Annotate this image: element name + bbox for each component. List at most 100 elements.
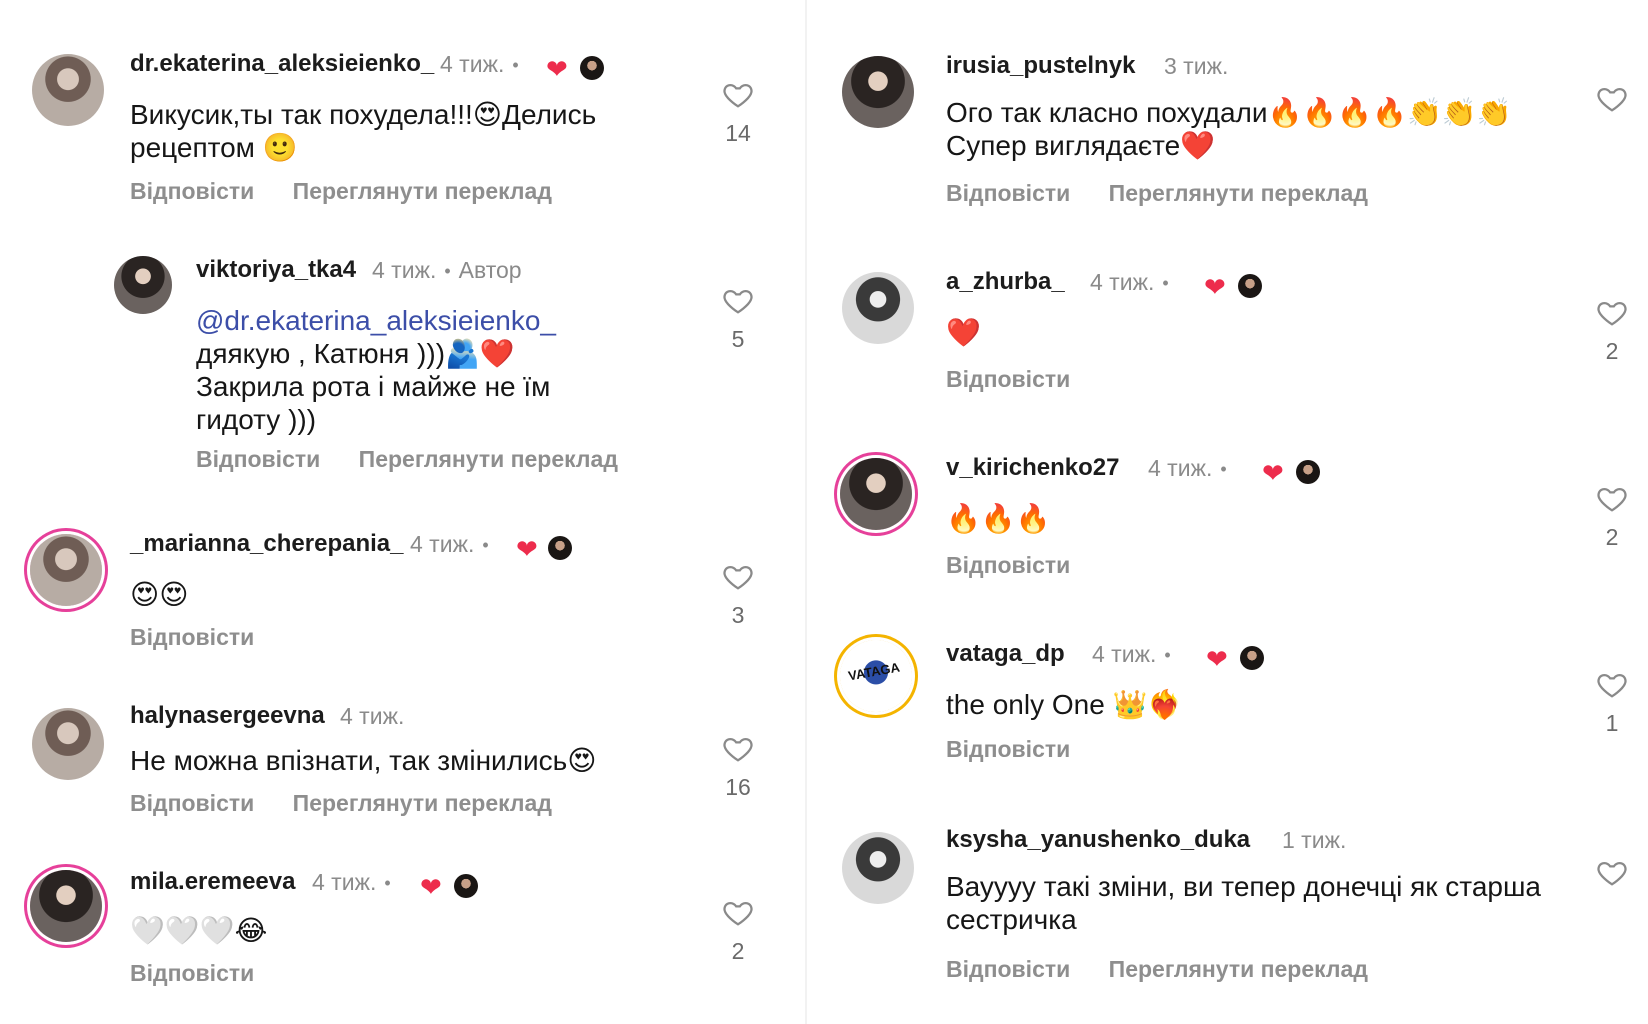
time-label: 4 тиж. — [372, 257, 437, 283]
like-button[interactable]: 1 — [1592, 668, 1632, 737]
comment-time: 1 тиж. — [1282, 827, 1347, 853]
comment-time: 4 тиж. • — [312, 869, 399, 896]
comment-text: Вауууу такі зміни, ви тепер донечці як с… — [946, 871, 1541, 935]
like-count: 3 — [731, 602, 745, 628]
comment-username[interactable]: viktoriya_tka4 — [196, 256, 356, 284]
red-heart-icon: ❤ — [546, 54, 568, 84]
heart-outline-icon — [1597, 87, 1627, 112]
like-button[interactable] — [1592, 856, 1632, 890]
avatar[interactable] — [842, 272, 914, 344]
like-button[interactable]: 14 — [718, 78, 758, 147]
red-heart-icon: ❤ — [1206, 644, 1228, 674]
like-count: 14 — [725, 120, 751, 146]
comment-text: 😍😍 — [130, 579, 189, 610]
time-label: 4 тиж. — [1090, 269, 1155, 295]
red-heart-icon: ❤ — [420, 872, 442, 902]
heart-outline-icon — [1597, 861, 1627, 886]
comment-actions: Відповісти Переглянути переклад — [946, 956, 1400, 983]
reply-button[interactable]: Відповісти — [130, 178, 254, 204]
red-heart-icon: ❤ — [1204, 272, 1226, 302]
like-button[interactable]: 2 — [1592, 482, 1632, 551]
reply-button[interactable]: Відповісти — [946, 552, 1070, 578]
like-button[interactable]: 5 — [718, 284, 758, 353]
red-heart-icon: ❤ — [1262, 458, 1284, 488]
avatar[interactable] — [840, 640, 912, 712]
heart-outline-icon — [723, 901, 753, 926]
reply-button[interactable]: Відповісти — [196, 446, 320, 472]
separator-dot: • — [384, 873, 391, 894]
comment-actions: Відповісти Переглянути переклад — [130, 790, 584, 817]
heart-outline-icon — [1597, 487, 1627, 512]
avatar[interactable] — [114, 256, 172, 314]
separator-dot: • — [482, 535, 489, 556]
creator-mini-avatar — [548, 536, 572, 560]
reply-button[interactable]: Відповісти — [130, 960, 254, 986]
like-count: 2 — [1605, 338, 1619, 364]
mention-link[interactable]: @dr.ekaterina_aleksieienko_ — [196, 305, 556, 336]
avatar[interactable] — [30, 534, 102, 606]
reply-button[interactable]: Відповісти — [946, 956, 1070, 982]
separator-dot: • — [444, 261, 451, 282]
see-translation-button[interactable]: Переглянути переклад — [1109, 956, 1368, 982]
reply-button[interactable]: Відповісти — [130, 790, 254, 816]
creator-mini-avatar — [1296, 460, 1320, 484]
comment-time: 4 тиж. • — [1090, 269, 1177, 296]
avatar[interactable] — [30, 870, 102, 942]
comment-actions: Відповісти — [946, 366, 1102, 393]
comment-time: 4 тиж. • — [440, 51, 527, 78]
creator-mini-avatar — [580, 56, 604, 80]
comment-username[interactable]: irusia_pustelnyk — [946, 52, 1135, 80]
comment-username[interactable]: a_zhurba_ — [946, 268, 1065, 296]
comment-text: ❤️ — [946, 317, 981, 348]
see-translation-button[interactable]: Переглянути переклад — [1109, 180, 1368, 206]
reply-button[interactable]: Відповісти — [946, 180, 1070, 206]
creator-mini-avatar — [1240, 646, 1264, 670]
author-badge: Автор — [458, 257, 522, 283]
comment-actions: Відповісти Переглянути переклад — [196, 446, 650, 473]
see-translation-button[interactable]: Переглянути переклад — [293, 178, 552, 204]
comment-username[interactable]: v_kirichenko27 — [946, 454, 1119, 482]
like-count: 2 — [1605, 524, 1619, 550]
avatar[interactable] — [842, 832, 914, 904]
comment-time: 4 тиж. • — [1092, 641, 1179, 668]
comment-text: 🤍🤍🤍😂 — [130, 915, 268, 946]
like-button[interactable]: 3 — [718, 560, 758, 629]
comment-text: Не можна впізнати, так змінились😍 — [130, 745, 597, 776]
like-button[interactable]: 16 — [718, 732, 758, 801]
avatar[interactable] — [32, 54, 104, 126]
like-button[interactable] — [1592, 82, 1632, 116]
comment-text: Викусик,ты так похудела!!!😍Делись рецепт… — [130, 99, 597, 163]
reply-button[interactable]: Відповісти — [946, 366, 1070, 392]
column-divider — [805, 0, 807, 1024]
comment-username[interactable]: halynasergeevna — [130, 702, 325, 730]
like-count: 2 — [731, 938, 745, 964]
red-heart-icon: ❤ — [516, 534, 538, 564]
like-count: 5 — [731, 326, 745, 352]
comment-username[interactable]: _marianna_cherepania_ — [130, 530, 403, 558]
see-translation-button[interactable]: Переглянути переклад — [359, 446, 618, 472]
reply-button[interactable]: Відповісти — [946, 736, 1070, 762]
avatar[interactable] — [32, 708, 104, 780]
like-count: 16 — [725, 774, 751, 800]
comment-body: дяякую , Катюня )))🫂❤️ Закрила рота і ма… — [196, 338, 551, 435]
like-button[interactable]: 2 — [718, 896, 758, 965]
comment-text: 🔥🔥🔥 — [946, 503, 1051, 534]
like-button[interactable]: 2 — [1592, 296, 1632, 365]
comment-actions: Відповісти — [130, 624, 286, 651]
time-label: 4 тиж. — [1148, 455, 1213, 481]
reply-button[interactable]: Відповісти — [130, 624, 254, 650]
heart-outline-icon — [723, 83, 753, 108]
comment-actions: Відповісти — [130, 960, 286, 987]
avatar[interactable] — [842, 56, 914, 128]
avatar[interactable] — [840, 458, 912, 530]
comment-username[interactable]: vataga_dp — [946, 640, 1065, 668]
creator-mini-avatar — [1238, 274, 1262, 298]
comment-time: 4 тиж. — [340, 703, 405, 729]
creator-mini-avatar — [454, 874, 478, 898]
comment-username[interactable]: ksysha_yanushenko_duka — [946, 826, 1250, 854]
separator-dot: • — [1162, 273, 1169, 294]
comment-time: 4 тиж. • — [1148, 455, 1235, 482]
see-translation-button[interactable]: Переглянути переклад — [293, 790, 552, 816]
comment-username[interactable]: mila.eremeeva — [130, 868, 295, 896]
comment-username[interactable]: dr.ekaterina_aleksieienko_ — [130, 50, 434, 78]
